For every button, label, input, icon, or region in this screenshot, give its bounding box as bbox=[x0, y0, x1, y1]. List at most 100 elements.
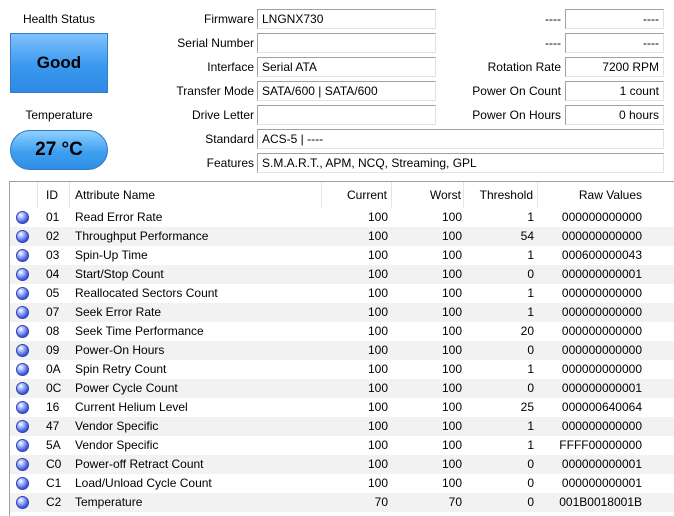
cell-raw-value: 000000000000 bbox=[561, 419, 642, 433]
cell-threshold: 1 bbox=[527, 419, 534, 433]
header-worst[interactable]: Worst bbox=[392, 182, 464, 208]
status-dot-icon bbox=[16, 458, 29, 471]
cell-attribute-name: Temperature bbox=[75, 495, 143, 509]
cell-attribute-name: Read Error Rate bbox=[75, 210, 163, 224]
table-row[interactable]: 0A Spin Retry Count 100 100 1 000000000000 bbox=[10, 360, 674, 379]
table-row[interactable]: C1 Load/Unload Cycle Count 100 100 0 00000000… bbox=[10, 474, 674, 493]
cell-threshold: 20 bbox=[520, 324, 534, 338]
cell-id: C0 bbox=[46, 457, 62, 471]
table-row[interactable]: 02 Throughput Performance 100 100 54 00000000… bbox=[10, 227, 674, 246]
table-row[interactable]: 0C Power Cycle Count 100 100 0 000000000001 bbox=[10, 379, 674, 398]
cell-raw-value: 000000000001 bbox=[561, 457, 642, 471]
features-field: S.M.A.R.T., APM, NCQ, Streaming, GPL bbox=[257, 153, 664, 173]
header-current[interactable]: Current bbox=[322, 182, 392, 208]
cell-current: 70 bbox=[374, 495, 388, 509]
cell-worst: 100 bbox=[441, 324, 462, 338]
cell-current: 100 bbox=[367, 343, 388, 357]
cell-threshold: 1 bbox=[527, 286, 534, 300]
header-id[interactable]: ID bbox=[38, 182, 70, 208]
table-row[interactable]: 01 Read Error Rate 100 100 1 000000000000 bbox=[10, 208, 674, 227]
cell-worst: 100 bbox=[441, 400, 462, 414]
firmware-field: LNGNX730 bbox=[257, 9, 436, 29]
table-row[interactable]: 5A Vendor Specific 100 100 1 FFFF00000000 bbox=[10, 436, 674, 455]
table-row[interactable]: 04 Start/Stop Count 100 100 0 000000000001 bbox=[10, 265, 674, 284]
table-row[interactable]: 08 Seek Time Performance 100 100 20 000000000… bbox=[10, 322, 674, 341]
transfer-mode-field: SATA/600 | SATA/600 bbox=[257, 81, 436, 101]
health-status-badge[interactable]: Good bbox=[10, 33, 108, 93]
cell-raw-value: 000000000000 bbox=[561, 343, 642, 357]
cell-worst: 100 bbox=[441, 286, 462, 300]
status-dot-icon bbox=[16, 249, 29, 262]
header-raw-values[interactable]: Raw Values bbox=[538, 182, 642, 208]
cell-current: 100 bbox=[367, 457, 388, 471]
table-row[interactable]: 09 Power-On Hours 100 100 0 000000000000 bbox=[10, 341, 674, 360]
status-dot-icon bbox=[16, 401, 29, 414]
cell-threshold: 1 bbox=[527, 248, 534, 262]
table-row[interactable]: 05 Reallocated Sectors Count 100 100 1 000000… bbox=[10, 284, 674, 303]
cell-raw-value: 000000000000 bbox=[561, 324, 642, 338]
cell-threshold: 1 bbox=[527, 210, 534, 224]
cell-worst: 100 bbox=[441, 457, 462, 471]
cell-attribute-name: Power-On Hours bbox=[75, 343, 165, 357]
status-dot-icon bbox=[16, 382, 29, 395]
cell-worst: 100 bbox=[441, 419, 462, 433]
interface-field: Serial ATA bbox=[257, 57, 436, 77]
cell-id: 04 bbox=[46, 267, 60, 281]
header-attribute-name[interactable]: Attribute Name bbox=[70, 182, 322, 208]
cell-id: 0A bbox=[46, 362, 61, 376]
cell-attribute-name: Spin Retry Count bbox=[75, 362, 167, 376]
cell-attribute-name: Load/Unload Cycle Count bbox=[75, 476, 212, 490]
cell-threshold: 0 bbox=[527, 343, 534, 357]
cell-raw-value: 000000000000 bbox=[561, 305, 642, 319]
interface-label: Interface bbox=[207, 60, 254, 74]
cell-id: 47 bbox=[46, 419, 60, 433]
cell-id: 5A bbox=[46, 438, 61, 452]
smart-attribute-table[interactable]: ID Attribute Name Current Worst Threshol… bbox=[9, 181, 674, 516]
status-dot-icon bbox=[16, 477, 29, 490]
cell-worst: 100 bbox=[441, 476, 462, 490]
cell-attribute-name: Seek Time Performance bbox=[75, 324, 204, 338]
table-row[interactable]: C0 Power-off Retract Count 100 100 0 00000000… bbox=[10, 455, 674, 474]
transfer-mode-label: Transfer Mode bbox=[176, 84, 254, 98]
cell-raw-value: 000000000000 bbox=[561, 210, 642, 224]
cell-worst: 100 bbox=[441, 438, 462, 452]
cell-id: C1 bbox=[46, 476, 62, 490]
table-row[interactable]: 03 Spin-Up Time 100 100 1 000600000043 bbox=[10, 246, 674, 265]
table-row[interactable]: 16 Current Helium Level 100 100 25 0000006400… bbox=[10, 398, 674, 417]
temperature-badge[interactable]: 27 °C bbox=[10, 130, 108, 170]
cell-raw-value: 000000000001 bbox=[561, 381, 642, 395]
cell-id: C2 bbox=[46, 495, 62, 509]
header-threshold[interactable]: Threshold bbox=[464, 182, 538, 208]
cell-attribute-name: Power-off Retract Count bbox=[75, 457, 204, 471]
rotation-rate-field: 7200 RPM bbox=[565, 57, 664, 77]
cell-worst: 100 bbox=[441, 267, 462, 281]
cell-raw-value: 000000000001 bbox=[561, 267, 642, 281]
cell-current: 100 bbox=[367, 400, 388, 414]
cell-raw-value: 000000000000 bbox=[561, 229, 642, 243]
cell-threshold: 0 bbox=[527, 476, 534, 490]
table-row[interactable]: 07 Seek Error Rate 100 100 1 000000000000 bbox=[10, 303, 674, 322]
cell-raw-value: 000000000000 bbox=[561, 362, 642, 376]
cell-current: 100 bbox=[367, 419, 388, 433]
rotation-rate-label: Rotation Rate bbox=[487, 60, 561, 74]
firmware-label: Firmware bbox=[204, 12, 254, 26]
table-row[interactable]: 47 Vendor Specific 100 100 1 000000000000 bbox=[10, 417, 674, 436]
power-on-count-field: 1 count bbox=[565, 81, 664, 101]
cell-current: 100 bbox=[367, 305, 388, 319]
cell-threshold: 0 bbox=[527, 381, 534, 395]
cell-attribute-name: Reallocated Sectors Count bbox=[75, 286, 218, 300]
status-dot-icon bbox=[16, 211, 29, 224]
table-row[interactable]: C2 Temperature 70 70 0 001B0018001B bbox=[10, 493, 674, 512]
cell-id: 02 bbox=[46, 229, 60, 243]
cell-worst: 100 bbox=[441, 362, 462, 376]
unknown-field-2: ---- bbox=[565, 33, 664, 53]
cell-current: 100 bbox=[367, 362, 388, 376]
temperature-label: Temperature bbox=[25, 108, 93, 122]
cell-current: 100 bbox=[367, 267, 388, 281]
cell-threshold: 25 bbox=[520, 400, 534, 414]
table-header: ID Attribute Name Current Worst Threshol… bbox=[10, 182, 674, 208]
header-status-column[interactable] bbox=[10, 182, 38, 208]
standard-label: Standard bbox=[205, 132, 254, 146]
status-dot-icon bbox=[16, 306, 29, 319]
standard-field: ACS-5 | ---- bbox=[257, 129, 664, 149]
